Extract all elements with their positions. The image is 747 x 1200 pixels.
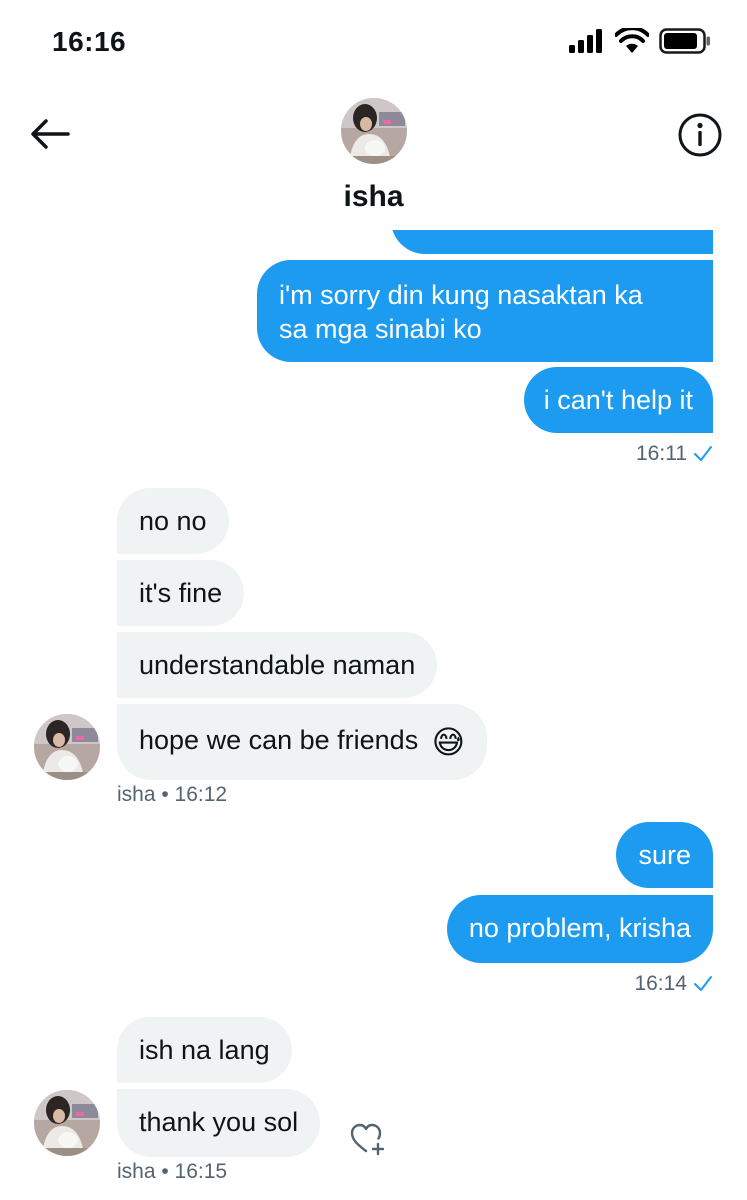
add-reaction-icon: [350, 1123, 385, 1156]
message-text: understandable naman: [139, 650, 416, 680]
message-text-line: i'm sorry din kung nasaktan ka: [279, 280, 643, 310]
message-bubble-outgoing[interactable]: sure: [616, 822, 713, 888]
signal-icon: [569, 29, 602, 53]
back-arrow-icon: [31, 119, 70, 149]
message-bubble-incoming[interactable]: no no: [117, 488, 229, 554]
status-time: 16:16: [52, 26, 127, 57]
contact-name: isha: [343, 180, 404, 213]
message-text: hope we can be friends: [139, 725, 419, 755]
message-timestamp: 16:11: [636, 442, 713, 466]
message-sender-meta: isha • 16:12: [117, 783, 228, 806]
sender-avatar[interactable]: [34, 1090, 100, 1156]
message-emoji: 😅: [431, 723, 466, 760]
message-text-line: sa mga sinabi ko: [279, 314, 482, 344]
message-text: i can't help it: [543, 385, 693, 415]
message-bubble-outgoing-clipped[interactable]: [391, 230, 713, 254]
message-sender-meta: isha • 16:15: [117, 1160, 228, 1183]
battery-icon: [659, 28, 710, 54]
message-thread[interactable]: i'm sorry din kung nasaktan ka sa mga si…: [0, 230, 747, 1200]
message-text: ish na lang: [139, 1035, 270, 1065]
message-bubble-incoming[interactable]: hope we can be friends 😅: [117, 704, 488, 780]
message-text: it's fine: [139, 578, 223, 608]
message-timestamp: 16:14: [634, 972, 713, 996]
avatar-photo: [341, 98, 407, 164]
avatar-photo: [34, 714, 100, 780]
message-text: thank you sol: [139, 1107, 299, 1137]
read-check-icon: [694, 446, 712, 461]
back-button[interactable]: [28, 112, 72, 156]
info-icon: [678, 113, 722, 157]
message-text: no problem, krisha: [468, 913, 691, 943]
info-button[interactable]: [677, 112, 723, 158]
message-text: no no: [139, 506, 207, 536]
message-bubble-incoming[interactable]: ish na lang: [117, 1017, 292, 1083]
contact-avatar[interactable]: [341, 98, 407, 164]
status-bar: 16:16: [0, 0, 747, 90]
sender-avatar[interactable]: [34, 714, 100, 780]
message-text: sure: [638, 840, 691, 870]
message-bubble-incoming[interactable]: understandable naman: [117, 632, 438, 698]
wifi-icon: [615, 28, 649, 53]
message-bubble-outgoing[interactable]: i'm sorry din kung nasaktan ka sa mga si…: [257, 260, 713, 362]
message-bubble-outgoing[interactable]: no problem, krisha: [446, 895, 713, 963]
message-bubble-outgoing[interactable]: i can't help it: [523, 367, 713, 433]
message-bubble-incoming[interactable]: thank you sol: [117, 1089, 321, 1157]
conversation-header: isha: [0, 90, 747, 230]
status-icons: [569, 28, 711, 54]
add-reaction-button[interactable]: [348, 1120, 388, 1160]
message-bubble-incoming[interactable]: it's fine: [117, 560, 245, 626]
read-check-icon: [694, 976, 712, 991]
timestamp-text: 16:14: [634, 972, 687, 995]
timestamp-text: 16:11: [636, 442, 687, 465]
avatar-photo: [34, 1090, 100, 1156]
